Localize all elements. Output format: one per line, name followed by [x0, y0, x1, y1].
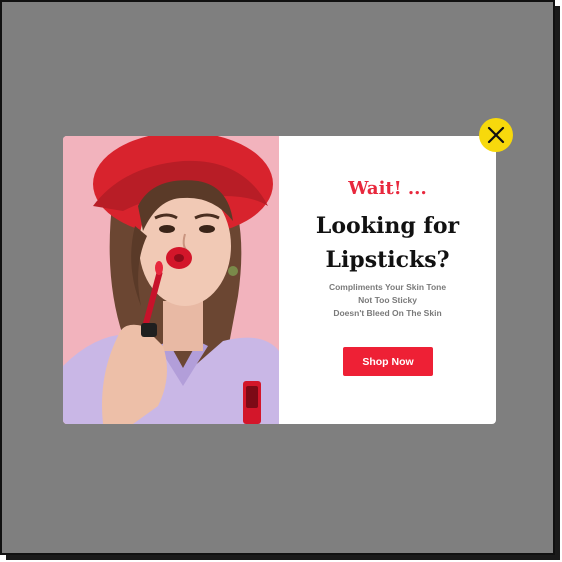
feature-item: Not Too Sticky [358, 295, 417, 305]
model-illustration [63, 136, 279, 424]
frame-shadow-bottom [6, 555, 560, 560]
headline-line-2: Lipsticks? [325, 247, 450, 273]
popup-headline: Looking for Lipsticks? [279, 209, 496, 277]
close-icon [487, 126, 505, 144]
popup-eyebrow: Wait! ... [348, 178, 427, 199]
feature-item: Compliments Your Skin Tone [328, 282, 447, 292]
feature-list: Compliments Your Skin Tone Not Too Stick… [279, 281, 496, 320]
shop-now-button[interactable]: Shop Now [343, 347, 433, 376]
lipstick-model-photo [63, 136, 279, 424]
popup-content: Wait! ... Looking for Lipsticks? Complim… [279, 136, 496, 424]
feature-item: Doesn't Bleed On The Skin [333, 308, 442, 318]
close-popup-button[interactable] [479, 118, 513, 152]
headline-line-1: Looking for [315, 213, 460, 239]
frame-shadow-right [555, 6, 560, 559]
popup-modal: Wait! ... Looking for Lipsticks? Complim… [63, 136, 496, 424]
